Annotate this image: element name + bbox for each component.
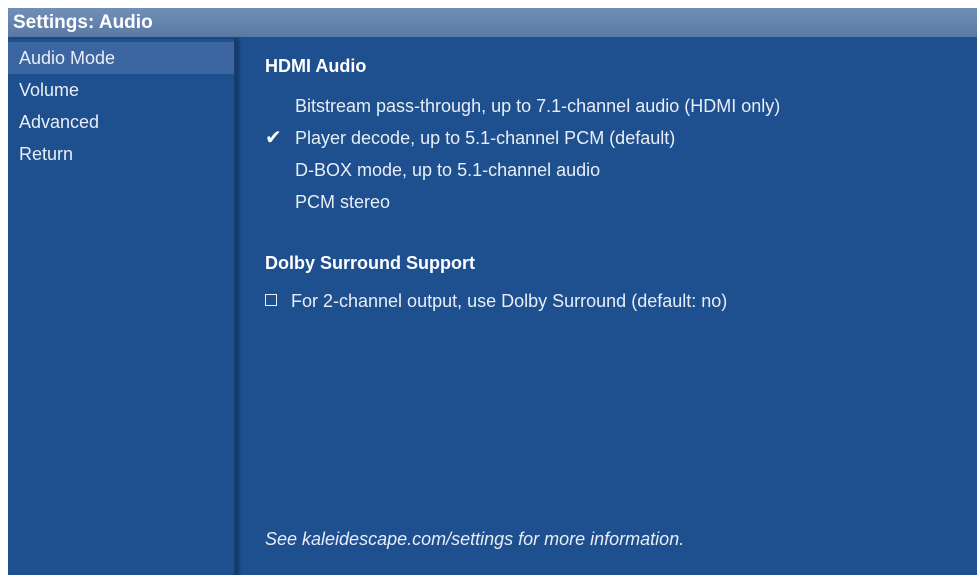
option-label: Player decode, up to 5.1-channel PCM (de… <box>295 128 676 148</box>
option-pcm-stereo[interactable]: PCM stereo <box>265 186 390 218</box>
main-panel: HDMI Audio Bitstream pass-through, up to… <box>237 39 977 575</box>
hdmi-audio-heading: HDMI Audio <box>265 56 367 76</box>
sidebar: Audio Mode Volume Advanced Return <box>8 39 237 575</box>
checkmark-icon: ✔ <box>265 127 282 149</box>
footer-note: See kaleidescape.com/settings for more i… <box>265 529 685 549</box>
checkbox-icon <box>265 294 277 307</box>
option-dbox-mode[interactable]: D-BOX mode, up to 5.1-channel audio <box>265 154 600 186</box>
dolby-surround-checkbox[interactable]: For 2-channel output, use Dolby Surround… <box>265 285 727 317</box>
sidebar-item-advanced[interactable]: Advanced <box>8 106 234 138</box>
option-player-decode[interactable]: ✔ Player decode, up to 5.1-channel PCM (d… <box>265 122 675 154</box>
option-label: PCM stereo <box>295 192 391 212</box>
sidebar-item-audio-mode[interactable]: Audio Mode <box>8 42 234 74</box>
dolby-surround-heading: Dolby Surround Support <box>265 253 475 273</box>
checkbox-label: For 2-channel output, use Dolby Surround… <box>291 291 728 311</box>
option-label: D-BOX mode, up to 5.1-channel audio <box>295 160 601 180</box>
option-bitstream[interactable]: Bitstream pass-through, up to 7.1-channe… <box>265 90 780 122</box>
option-label: Bitstream pass-through, up to 7.1-channe… <box>295 96 781 116</box>
sidebar-item-return[interactable]: Return <box>8 138 234 170</box>
window-title: Settings: Audio <box>8 8 977 38</box>
sidebar-item-volume[interactable]: Volume <box>8 74 234 106</box>
settings-window: Settings: Audio Audio Mode Volume Advanc… <box>8 8 977 575</box>
